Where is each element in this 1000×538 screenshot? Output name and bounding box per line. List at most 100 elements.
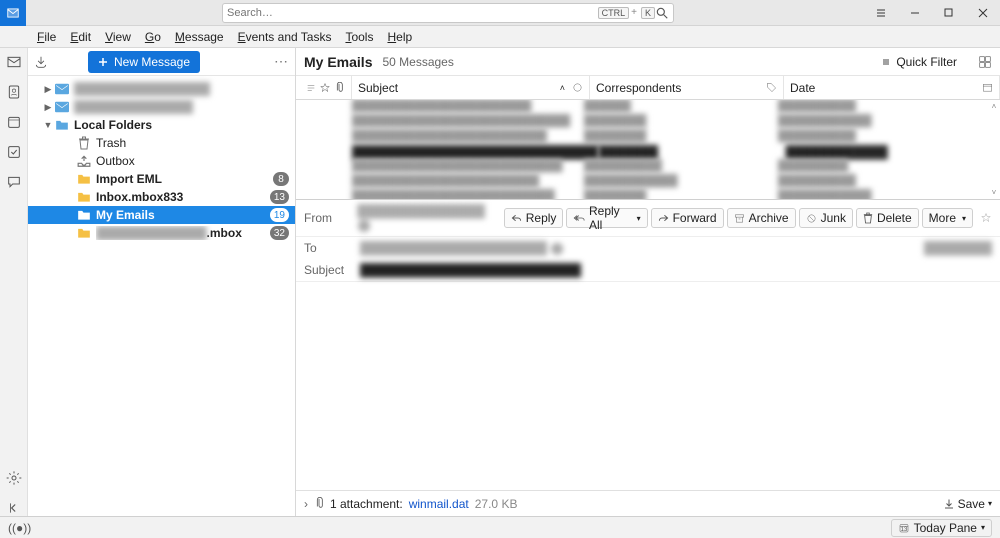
my-emails-row[interactable]: My Emails 19 [28,206,295,224]
today-pane-button[interactable]: 13 Today Pane ▾ [891,519,992,537]
today-pane-label: Today Pane [914,521,977,535]
kbd-ctrl: CTRL [598,7,630,19]
settings-icon[interactable] [6,470,22,486]
attachment-name[interactable]: winmail.dat [409,497,469,511]
menu-message[interactable]: Message [168,30,231,44]
scrollbar[interactable]: ˄ ˅ [988,100,1000,199]
message-row[interactable]: ████████████████████████████████████████… [296,130,1000,145]
close-button[interactable] [966,0,1000,26]
column-correspondents[interactable]: Correspondents [590,76,784,99]
search-input[interactable] [227,7,596,19]
hamburger-menu-icon[interactable] [864,0,898,26]
message-row[interactable]: ████████████████████████████████████████… [296,190,1000,200]
spam-column-icon[interactable] [572,82,583,93]
chevron-down-icon[interactable]: ▾ [962,214,966,223]
scroll-down-icon[interactable]: ˅ [992,188,997,197]
titlebar: CTRL + K [0,0,1000,26]
more-button[interactable]: More▾ [922,208,973,228]
menu-help[interactable]: Help [380,30,419,44]
tag-column-icon[interactable] [766,82,777,93]
folder-icon [76,227,92,239]
import-eml-row[interactable]: Import EML 8 [28,170,295,188]
mail-account-icon [54,101,70,113]
calendar-icon[interactable] [6,114,22,130]
trash-row[interactable]: Trash [28,134,295,152]
chevron-down-icon[interactable]: ▼ [42,120,54,130]
window-controls [864,0,1000,26]
message-row[interactable]: ████████████████████████████████████████… [296,115,1000,130]
message-body[interactable] [296,282,1000,490]
search-icon[interactable] [655,6,669,20]
account-row[interactable]: ▶ ████████████████ [28,80,295,98]
chevron-right-icon[interactable]: › [304,497,308,511]
column-date[interactable]: Date [784,76,1000,99]
chevron-right-icon[interactable]: ▶ [42,84,54,95]
message-list[interactable]: ███████████████████████████████████████ … [296,100,1000,200]
folder-icon [54,119,70,131]
chat-icon[interactable] [6,174,22,190]
attachment-size: 27.0 KB [475,497,518,511]
chevron-right-icon[interactable]: ▶ [42,102,54,113]
delete-button[interactable]: Delete [856,208,919,228]
save-attachment-button[interactable]: Save ▾ [943,497,992,511]
thread-icon[interactable] [306,83,316,93]
archive-button[interactable]: Archive [727,208,796,228]
account-row[interactable]: ▶ ██████████████ [28,98,295,116]
statusbar: ((●)) 13 Today Pane ▾ [0,516,1000,538]
forward-button[interactable]: Forward [651,208,724,228]
local-folders-row[interactable]: ▼ Local Folders [28,116,295,134]
reply-all-button[interactable]: Reply All▾ [566,208,647,228]
tasks-icon[interactable] [6,144,22,160]
status-columns[interactable] [300,76,352,99]
get-messages-icon[interactable] [34,55,48,69]
message-row[interactable]: ████████████████████████████████████████… [296,160,1000,175]
global-search[interactable]: CTRL + K [222,3,674,23]
message-row[interactable]: ███████████████████████████████████████ [296,100,1000,115]
activity-bar [0,48,28,516]
star-message-icon[interactable] [980,208,992,228]
menu-edit[interactable]: Edit [63,30,98,44]
outbox-row[interactable]: Outbox [28,152,295,170]
minimize-button[interactable] [898,0,932,26]
sort-indicator-icon: ˄ [560,83,565,93]
new-message-button[interactable]: New Message [88,51,200,73]
chevron-down-icon[interactable]: ▾ [988,499,992,508]
message-row[interactable]: ████████████████████████████████████████… [296,175,1000,190]
menu-tools[interactable]: Tools [338,30,380,44]
trash-label: Trash [96,136,289,150]
inbox-mbox-row[interactable]: Inbox.mbox833 13 [28,188,295,206]
column-picker-icon[interactable] [982,82,993,93]
mail-space-icon[interactable] [6,54,22,70]
menu-go[interactable]: Go [138,30,168,44]
column-date-label: Date [790,81,815,95]
collapse-icon[interactable] [6,500,22,516]
chevron-down-icon[interactable]: ▾ [981,523,985,532]
inbox-mbox-label: Inbox.mbox833 [96,190,270,204]
scroll-up-icon[interactable]: ˄ [992,102,997,111]
star-icon[interactable] [319,82,331,94]
menu-file[interactable]: File [30,30,63,44]
reply-button[interactable]: Reply [504,208,564,228]
junk-button[interactable]: Junk [799,208,853,228]
mbox-row[interactable]: █████████████.mbox 32 [28,224,295,242]
new-message-label: New Message [114,55,190,69]
attachment-icon[interactable] [334,82,344,94]
chevron-down-icon[interactable]: ▾ [637,214,641,223]
folder-pane-options-icon[interactable]: ⋯ [274,53,289,70]
subject-row: Subject ██████████████████████████ [296,259,1000,282]
column-subject[interactable]: Subject ˄ [352,76,590,99]
folder-tree: ▶ ████████████████ ▶ ██████████████ ▼ Lo… [28,76,295,246]
trash-icon [76,136,92,150]
message-row[interactable]: ████████████████████████████████████████… [296,145,1000,160]
online-status-icon[interactable]: ((●)) [8,521,31,535]
maximize-button[interactable] [932,0,966,26]
address-book-icon[interactable] [6,84,22,100]
menu-view[interactable]: View [98,30,138,44]
display-options-icon[interactable] [978,55,992,69]
menu-events[interactable]: Events and Tasks [231,30,339,44]
quick-filter-button[interactable]: Quick Filter [875,53,962,71]
menubar: File Edit View Go Message Events and Tas… [0,26,1000,48]
preview-toolbar: From ███████████████ ⬤ Reply Reply All▾ … [296,200,1000,237]
subject-label: Subject [304,263,354,277]
mbox-label: █████████████.mbox [96,226,270,240]
